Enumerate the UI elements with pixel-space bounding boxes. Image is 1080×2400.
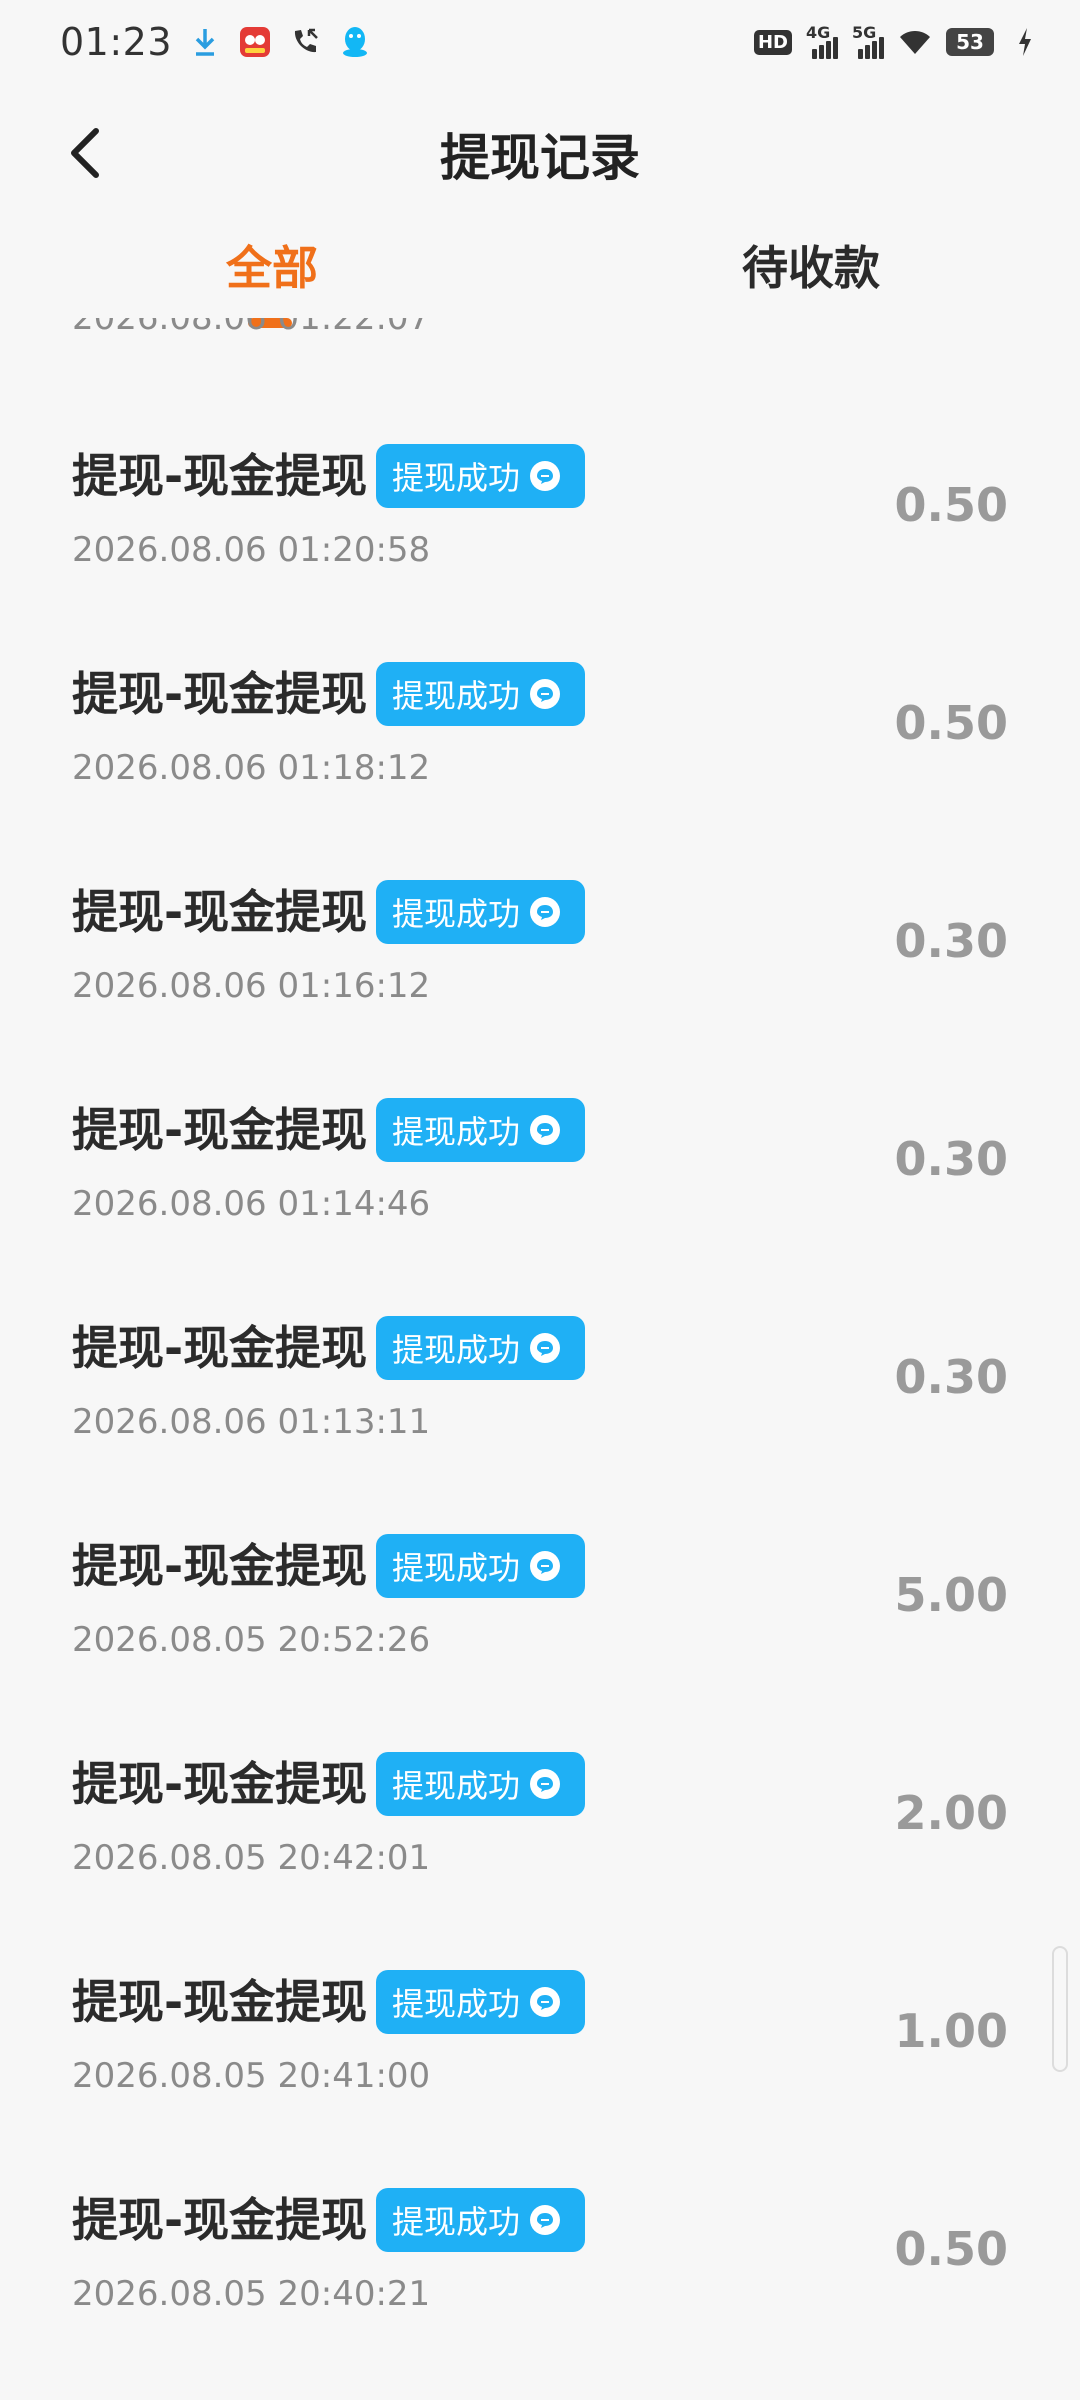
record-amount: 5.00: [894, 1568, 1009, 1622]
record-amount: 0.50: [894, 696, 1009, 750]
record-amount: 2.00: [894, 1786, 1009, 1840]
status-badge: 提现成功: [376, 2188, 585, 2252]
tab-bar: 全部 待收款: [0, 220, 1080, 330]
status-badge-label: 提现成功: [392, 1331, 521, 1369]
list-item-date-partial: 2026.08.06 01:22:07: [72, 318, 431, 338]
download-icon: [188, 25, 222, 59]
status-badge-label: 提现成功: [392, 1113, 521, 1151]
chat-bubble-icon: [530, 1333, 561, 1363]
record-title: 提现-现金提现: [72, 449, 368, 503]
record-title: 提现-现金提现: [72, 885, 368, 939]
status-badge-label: 提现成功: [392, 2203, 521, 2241]
chat-bubble-icon: [530, 2205, 561, 2235]
chat-bubble-icon: [530, 461, 561, 491]
status-left: 01:23: [60, 20, 372, 64]
record-amount: 0.30: [894, 914, 1009, 968]
hd-badge: HD: [753, 29, 792, 55]
signal-5g-icon: 5G: [852, 23, 884, 59]
status-badge: 提现成功: [376, 1098, 585, 1162]
record-date: 2026.08.05 20:52:26: [72, 1620, 431, 1660]
record-title: 提现-现金提现: [72, 667, 368, 721]
missed-call-icon: [288, 25, 322, 59]
record-date: 2026.08.06 01:14:46: [72, 1184, 431, 1224]
record-date: 2026.08.06 01:18:12: [72, 748, 431, 788]
status-badge-label: 提现成功: [392, 895, 521, 933]
list-item[interactable]: 提现-现金提现 提现成功 2026.08.06 01:13:11 0.30: [0, 1316, 1080, 1536]
chat-bubble-icon: [530, 1987, 561, 2017]
record-title: 提现-现金提现: [72, 1103, 368, 1157]
status-badge: 提现成功: [376, 1752, 585, 1816]
record-date: 2026.08.05 20:40:21: [72, 2274, 431, 2314]
record-date: 2026.08.06 01:20:58: [72, 530, 431, 570]
list-item[interactable]: 提现-现金提现 提现成功 2026.08.06 01:16:12 0.30: [0, 880, 1080, 1100]
status-badge-label: 提现成功: [392, 1985, 521, 2023]
chat-bubble-icon: [530, 1769, 561, 1799]
status-badge: 提现成功: [376, 880, 585, 944]
record-date: 2026.08.06 01:13:11: [72, 1402, 431, 1442]
scrollbar-thumb[interactable]: [1052, 1946, 1068, 2072]
status-badge-label: 提现成功: [392, 1767, 521, 1805]
record-date: 2026.08.06 01:16:12: [72, 966, 431, 1006]
list-item[interactable]: 提现-现金提现 提现成功 2026.08.05 20:41:00 1.00: [0, 1970, 1080, 2190]
signal-4g-icon: 4G: [806, 23, 838, 59]
status-right: HD 4G 5G 53: [753, 23, 1042, 59]
record-amount: 0.50: [894, 478, 1009, 532]
status-badge-label: 提现成功: [392, 1549, 521, 1587]
list-item[interactable]: 提现-现金提现 提现成功 2026.08.05 20:42:01 2.00: [0, 1752, 1080, 1972]
list-item[interactable]: 提现-现金提现 提现成功 2026.08.05 20:40:21 0.50: [0, 2188, 1080, 2400]
list-item[interactable]: 提现-现金提现 提现成功 2026.08.06 01:20:58 0.50: [0, 444, 1080, 664]
tab-pending[interactable]: 待收款: [742, 232, 880, 298]
list-item[interactable]: 提现-现金提现 提现成功 2026.08.06 01:14:46 0.30: [0, 1098, 1080, 1318]
record-amount: 0.30: [894, 1132, 1009, 1186]
page-title: 提现记录: [440, 129, 640, 187]
app-notification-icon: [238, 25, 272, 59]
record-title: 提现-现金提现: [72, 1975, 368, 2029]
status-badge: 提现成功: [376, 1534, 585, 1598]
wifi-icon: [898, 25, 932, 59]
record-amount: 0.50: [894, 2222, 1009, 2276]
record-title: 提现-现金提现: [72, 2193, 368, 2247]
chat-bubble-icon: [530, 679, 561, 709]
status-badge-label: 提现成功: [392, 677, 521, 715]
qq-icon: [338, 25, 372, 59]
status-badge: 提现成功: [376, 1970, 585, 2034]
clock: 01:23: [60, 20, 173, 64]
record-title: 提现-现金提现: [72, 1321, 368, 1375]
tab-all[interactable]: 全部: [226, 232, 318, 298]
record-date: 2026.08.05 20:41:00: [72, 2056, 431, 2096]
record-date: 2026.08.05 20:42:01: [72, 1838, 431, 1878]
status-badge: 提现成功: [376, 444, 585, 508]
status-badge: 提现成功: [376, 1316, 585, 1380]
battery-icon: 53: [946, 28, 994, 56]
charging-icon: [1008, 25, 1042, 59]
list-item[interactable]: 提现-现金提现 提现成功 2026.08.06 01:18:12 0.50: [0, 662, 1080, 882]
list-item[interactable]: 提现-现金提现 提现成功 2026.08.05 20:52:26 5.00: [0, 1534, 1080, 1754]
status-bar: 01:23 HD 4G 5G 53: [0, 0, 1080, 84]
record-title: 提现-现金提现: [72, 1757, 368, 1811]
status-badge-label: 提现成功: [392, 459, 521, 497]
status-badge: 提现成功: [376, 662, 585, 726]
record-amount: 0.30: [894, 1350, 1009, 1404]
chat-bubble-icon: [530, 1115, 561, 1145]
chat-bubble-icon: [530, 1551, 561, 1581]
nav-bar: 提现记录: [0, 96, 1080, 206]
record-title: 提现-现金提现: [72, 1539, 368, 1593]
chat-bubble-icon: [530, 897, 561, 927]
record-amount: 1.00: [894, 2004, 1009, 2058]
withdrawal-list[interactable]: 2026.08.06 01:22:07 提现-现金提现 提现成功 2026.08.0…: [0, 318, 1080, 2400]
